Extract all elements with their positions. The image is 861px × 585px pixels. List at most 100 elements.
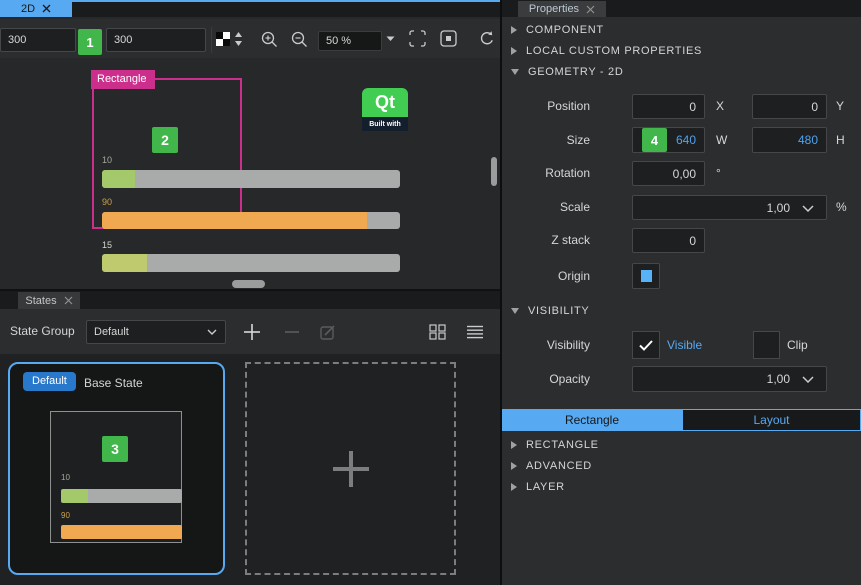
states-tabbar: States xyxy=(0,291,501,309)
thumb-bar-value-label: 10 xyxy=(61,473,70,482)
horizontal-scrollbar-thumb[interactable] xyxy=(232,280,265,288)
zoom-level-combobox[interactable]: 50 % xyxy=(318,31,382,51)
close-icon[interactable] xyxy=(586,5,595,14)
grid-view-icon[interactable] xyxy=(426,322,448,342)
opacity-label: Opacity xyxy=(501,366,590,392)
remove-state-button[interactable] xyxy=(280,322,304,342)
accent-line xyxy=(0,0,501,2)
plus-icon xyxy=(329,447,373,491)
position-x-input[interactable]: 0 xyxy=(632,94,705,119)
section-label: LAYER xyxy=(526,481,565,493)
section-geometry-2d[interactable]: GEOMETRY - 2D xyxy=(502,64,861,80)
step-badge-4: 4 xyxy=(642,128,667,152)
unit-h: H xyxy=(836,127,845,153)
scale-label: Scale xyxy=(501,195,590,220)
state-card-base[interactable]: Default Base State 3 10 90 xyxy=(8,362,225,575)
chevron-down-icon[interactable] xyxy=(802,205,814,212)
canvas-width-input[interactable]: 300 xyxy=(0,28,76,52)
state-group-dropdown[interactable]: Default xyxy=(86,320,226,344)
tab-states[interactable]: States xyxy=(18,292,80,309)
unit-w: W xyxy=(716,127,727,153)
subtab-rectangle[interactable]: Rectangle xyxy=(502,409,682,431)
section-label: LOCAL CUSTOM PROPERTIES xyxy=(526,45,702,57)
chevron-down-icon[interactable] xyxy=(802,376,814,383)
qt-built-with-badge: Qt Built with xyxy=(362,88,408,131)
section-label: COMPONENT xyxy=(526,24,604,36)
tab-properties-label: Properties xyxy=(529,3,579,15)
position-y-input[interactable]: 0 xyxy=(752,94,827,119)
selection-label: Rectangle xyxy=(91,70,155,89)
check-icon xyxy=(639,340,653,351)
unit-degrees: ° xyxy=(716,161,721,186)
states-content: Default Base State 3 10 90 xyxy=(0,354,501,585)
close-icon[interactable] xyxy=(42,4,51,13)
section-label: GEOMETRY - 2D xyxy=(528,66,624,78)
z-stack-label: Z stack xyxy=(501,228,590,253)
opacity-combobox[interactable]: 1,00 xyxy=(632,366,827,392)
spinner-arrows-icon[interactable] xyxy=(234,31,243,47)
section-advanced[interactable]: ADVANCED xyxy=(502,458,861,474)
section-component[interactable]: COMPONENT xyxy=(502,22,861,38)
reload-icon[interactable] xyxy=(478,30,496,48)
zoom-in-icon[interactable] xyxy=(260,30,278,48)
qt-caption: Built with xyxy=(362,117,408,131)
states-toolbar: State Group Default xyxy=(0,309,501,354)
step-badge-3: 3 xyxy=(102,436,128,462)
add-state-dropzone[interactable] xyxy=(245,362,456,575)
origin-label: Origin xyxy=(501,263,590,289)
progress-bar[interactable] xyxy=(102,254,400,272)
rotation-input[interactable]: 0,00 xyxy=(632,161,705,186)
visibility-label: Visibility xyxy=(501,331,590,359)
close-icon[interactable] xyxy=(64,296,73,305)
add-state-button[interactable] xyxy=(240,322,264,342)
2d-canvas[interactable]: Rectangle 2 Qt Built with 10 90 15 xyxy=(0,58,501,289)
origin-picker[interactable] xyxy=(632,263,660,289)
progress-bar-fill xyxy=(102,254,147,272)
thumb-progress-bar xyxy=(61,489,182,503)
properties-tabbar: Properties xyxy=(502,0,861,17)
vertical-scrollbar-thumb[interactable] xyxy=(491,157,497,186)
section-rectangle[interactable]: RECTANGLE xyxy=(502,437,861,453)
background-color-icon[interactable] xyxy=(216,32,230,46)
state-group-label: State Group xyxy=(10,324,75,338)
zoom-to-selection-icon[interactable] xyxy=(440,30,457,47)
size-height-input[interactable]: 480 xyxy=(752,127,827,153)
visible-checkbox-label: Visible xyxy=(667,331,702,359)
visible-checkbox[interactable] xyxy=(632,331,660,359)
state-group-value: Default xyxy=(94,326,129,338)
edit-state-button[interactable] xyxy=(316,321,340,343)
clip-checkbox[interactable] xyxy=(753,331,780,359)
tab-states-label: States xyxy=(25,295,56,307)
zoom-out-icon[interactable] xyxy=(290,30,308,48)
fit-selection-icon[interactable] xyxy=(409,30,426,47)
list-view-icon[interactable] xyxy=(464,323,486,341)
state-default-badge: Default xyxy=(23,372,76,391)
tab-2d[interactable]: 2D xyxy=(0,0,72,17)
state-thumbnail[interactable]: 3 10 90 xyxy=(50,411,182,543)
progress-bar-fill xyxy=(102,170,135,188)
section-local-custom-properties[interactable]: LOCAL CUSTOM PROPERTIES xyxy=(502,43,861,59)
bar-value-label: 15 xyxy=(102,240,112,250)
step-badge-1: 1 xyxy=(78,29,102,55)
progress-bar[interactable] xyxy=(102,170,400,188)
scale-combobox[interactable]: 1,00 xyxy=(632,195,827,220)
canvas-height-input[interactable]: 300 xyxy=(106,28,206,52)
thumb-bar-value-label: 90 xyxy=(61,511,70,520)
z-stack-input[interactable]: 0 xyxy=(632,228,705,253)
triangle-right-icon xyxy=(511,441,517,449)
tab-properties[interactable]: Properties xyxy=(518,1,606,17)
section-layer[interactable]: LAYER xyxy=(502,479,861,495)
qt-logo: Qt xyxy=(362,88,408,117)
unit-percent: % xyxy=(836,195,847,220)
size-label: Size xyxy=(501,127,590,153)
state-name-label: Base State xyxy=(84,376,143,390)
triangle-right-icon xyxy=(511,26,517,34)
subtab-layout[interactable]: Layout xyxy=(682,409,861,431)
zoom-level-value: 50 % xyxy=(326,35,351,47)
step-badge-2: 2 xyxy=(152,127,178,153)
progress-bar[interactable] xyxy=(102,212,400,229)
origin-center-icon xyxy=(641,270,652,282)
section-label: ADVANCED xyxy=(526,460,592,472)
zoom-dropdown-caret-icon[interactable] xyxy=(386,36,395,42)
section-visibility[interactable]: VISIBILITY xyxy=(502,303,861,319)
